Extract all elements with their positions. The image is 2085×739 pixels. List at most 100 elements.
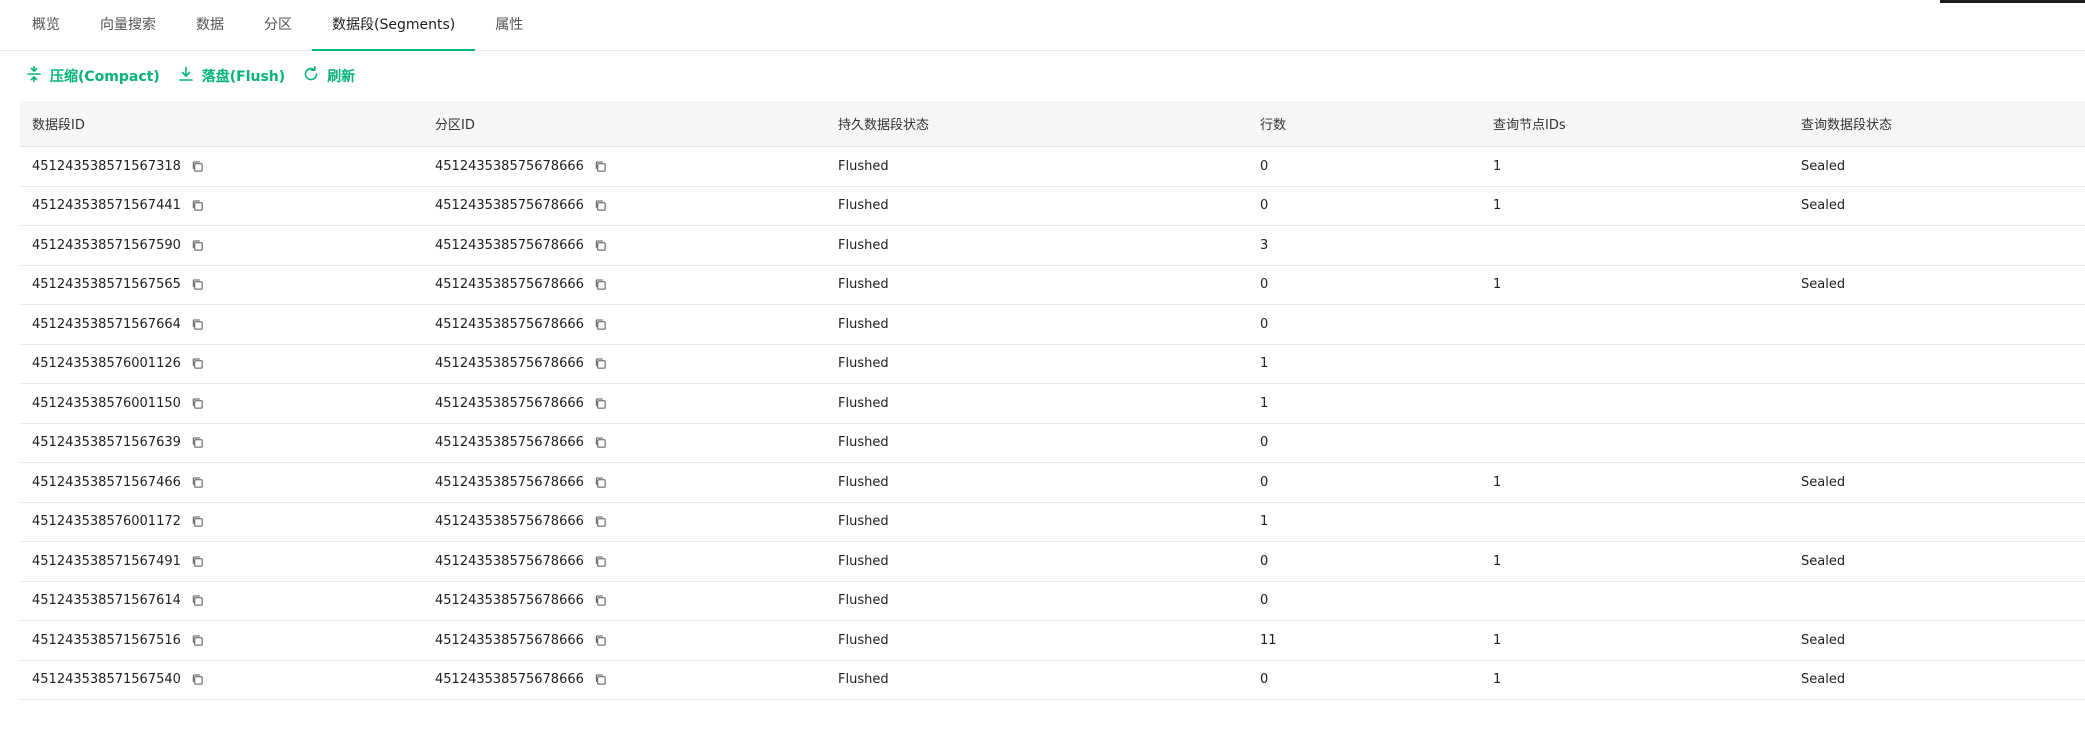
- row-count-cell-text: 0: [1260, 593, 1269, 609]
- copy-partition-id-icon[interactable]: [594, 515, 607, 528]
- query-node-ids-cell: [1481, 304, 1789, 345]
- column-header-query-node-ids[interactable]: 查询节点IDs: [1481, 101, 1789, 147]
- persist-state-cell-text: Flushed: [838, 672, 889, 688]
- table-row: 451243538576001126 451243538575678666 Flus…: [20, 344, 2085, 384]
- copy-segment-id-icon[interactable]: [191, 555, 204, 568]
- copy-partition-id-icon[interactable]: [594, 199, 607, 212]
- segment-id-cell-text: 451243538571567466: [32, 474, 181, 490]
- copy-partition-id-icon[interactable]: [594, 476, 607, 489]
- row-count-cell: 0: [1248, 304, 1481, 345]
- partition-id-cell: 451243538575678666: [423, 581, 826, 621]
- copy-segment-id-icon[interactable]: [191, 160, 204, 173]
- copy-segment-id-icon[interactable]: [191, 199, 204, 212]
- query-state-cell: Sealed: [1789, 660, 2085, 700]
- query-state-cell: [1789, 304, 2085, 345]
- refresh-button[interactable]: 刷新: [303, 66, 355, 86]
- copy-segment-id-icon[interactable]: [191, 239, 204, 252]
- table-row: 451243538576001150 451243538575678666 Flus…: [20, 383, 2085, 424]
- tab-properties[interactable]: 属性: [475, 0, 543, 50]
- partition-id-cell-text: 451243538575678666: [435, 395, 584, 411]
- column-header-partition-id[interactable]: 分区ID: [423, 101, 826, 147]
- copy-segment-id-icon[interactable]: [191, 476, 204, 489]
- query-state-cell: [1789, 344, 2085, 384]
- row-count-cell: 1: [1248, 344, 1481, 384]
- partition-id-cell-text: 451243538575678666: [435, 435, 584, 451]
- copy-partition-id-icon[interactable]: [594, 634, 607, 647]
- copy-segment-id-icon[interactable]: [191, 673, 204, 686]
- partition-id-cell-text: 451243538575678666: [435, 632, 584, 648]
- copy-partition-id-icon[interactable]: [594, 278, 607, 291]
- segment-id-cell-text: 451243538571567441: [32, 198, 181, 214]
- segment-id-cell-text: 451243538571567565: [32, 277, 181, 293]
- segment-id-cell: 451243538576001172: [20, 502, 423, 542]
- query-node-ids-cell-text: 1: [1493, 632, 1502, 648]
- copy-segment-id-icon[interactable]: [191, 357, 204, 370]
- persist-state-cell: Flushed: [826, 541, 1248, 582]
- segment-id-cell: 451243538571567664: [20, 304, 423, 345]
- table-row: 451243538571567590 451243538575678666 Flus…: [20, 225, 2085, 266]
- persist-state-cell: Flushed: [826, 225, 1248, 266]
- row-count-cell-text: 0: [1260, 435, 1269, 451]
- tab-vector-search[interactable]: 向量搜索: [80, 0, 176, 50]
- segment-id-cell: 451243538571567639: [20, 423, 423, 463]
- query-state-cell-text: Sealed: [1801, 672, 1846, 688]
- segment-id-cell-text: 451243538571567540: [32, 672, 181, 688]
- table-row: 451243538576001172 451243538575678666 Flus…: [20, 502, 2085, 542]
- table-row: 451243538571567664 451243538575678666 Flus…: [20, 304, 2085, 345]
- partition-id-cell: 451243538575678666: [423, 344, 826, 384]
- column-header-query-state[interactable]: 查询数据段状态: [1789, 101, 2085, 147]
- persist-state-cell: Flushed: [826, 660, 1248, 700]
- query-node-ids-cell: [1481, 502, 1789, 542]
- tab-overview[interactable]: 概览: [12, 0, 80, 50]
- copy-partition-id-icon[interactable]: [594, 318, 607, 331]
- partition-id-cell-text: 451243538575678666: [435, 356, 584, 372]
- copy-partition-id-icon[interactable]: [594, 397, 607, 410]
- persist-state-cell-text: Flushed: [838, 593, 889, 609]
- copy-partition-id-icon[interactable]: [594, 555, 607, 568]
- copy-segment-id-icon[interactable]: [191, 436, 204, 449]
- query-node-ids-cell: 1: [1481, 620, 1789, 661]
- tab-segments[interactable]: 数据段(Segments): [312, 0, 476, 51]
- persist-state-cell: Flushed: [826, 265, 1248, 305]
- copy-segment-id-icon[interactable]: [191, 515, 204, 528]
- row-count-cell: 0: [1248, 541, 1481, 582]
- copy-segment-id-icon[interactable]: [191, 634, 204, 647]
- tab-partitions[interactable]: 分区: [244, 0, 312, 50]
- query-node-ids-cell: 1: [1481, 146, 1789, 187]
- persist-state-cell-text: Flushed: [838, 316, 889, 332]
- query-state-cell: [1789, 225, 2085, 266]
- copy-segment-id-icon[interactable]: [191, 318, 204, 331]
- persist-state-cell-text: Flushed: [838, 356, 889, 372]
- compact-button[interactable]: 压缩(Compact): [26, 65, 160, 86]
- table-row: 451243538571567318 451243538575678666 Flus…: [20, 146, 2085, 187]
- row-count-cell: 1: [1248, 383, 1481, 424]
- query-state-cell-text: Sealed: [1801, 158, 1846, 174]
- copy-segment-id-icon[interactable]: [191, 397, 204, 410]
- copy-partition-id-icon[interactable]: [594, 357, 607, 370]
- persist-state-cell: Flushed: [826, 462, 1248, 503]
- flush-button[interactable]: 落盘(Flush): [178, 66, 285, 86]
- persist-state-cell-text: Flushed: [838, 395, 889, 411]
- query-node-ids-cell-text: 1: [1493, 158, 1502, 174]
- row-count-cell: 0: [1248, 146, 1481, 187]
- table-row: 451243538571567565 451243538575678666 Flus…: [20, 265, 2085, 305]
- row-count-cell: 0: [1248, 581, 1481, 621]
- column-header-persist-state[interactable]: 持久数据段状态: [826, 101, 1248, 147]
- column-header-segment-id[interactable]: 数据段ID: [20, 101, 423, 147]
- copy-partition-id-icon[interactable]: [594, 594, 607, 607]
- copy-partition-id-icon[interactable]: [594, 239, 607, 252]
- row-count-cell-text: 0: [1260, 316, 1269, 332]
- query-state-cell: Sealed: [1789, 541, 2085, 582]
- copy-partition-id-icon[interactable]: [594, 673, 607, 686]
- segment-id-cell-text: 451243538576001150: [32, 395, 181, 411]
- copy-partition-id-icon[interactable]: [594, 160, 607, 173]
- column-header-row-count[interactable]: 行数: [1248, 101, 1481, 147]
- copy-segment-id-icon[interactable]: [191, 594, 204, 607]
- copy-partition-id-icon[interactable]: [594, 436, 607, 449]
- row-count-cell: 3: [1248, 225, 1481, 266]
- table-row: 451243538571567491 451243538575678666 Flus…: [20, 541, 2085, 582]
- tab-data[interactable]: 数据: [176, 0, 244, 50]
- copy-segment-id-icon[interactable]: [191, 278, 204, 291]
- row-count-cell: 0: [1248, 186, 1481, 226]
- partition-id-cell: 451243538575678666: [423, 225, 826, 266]
